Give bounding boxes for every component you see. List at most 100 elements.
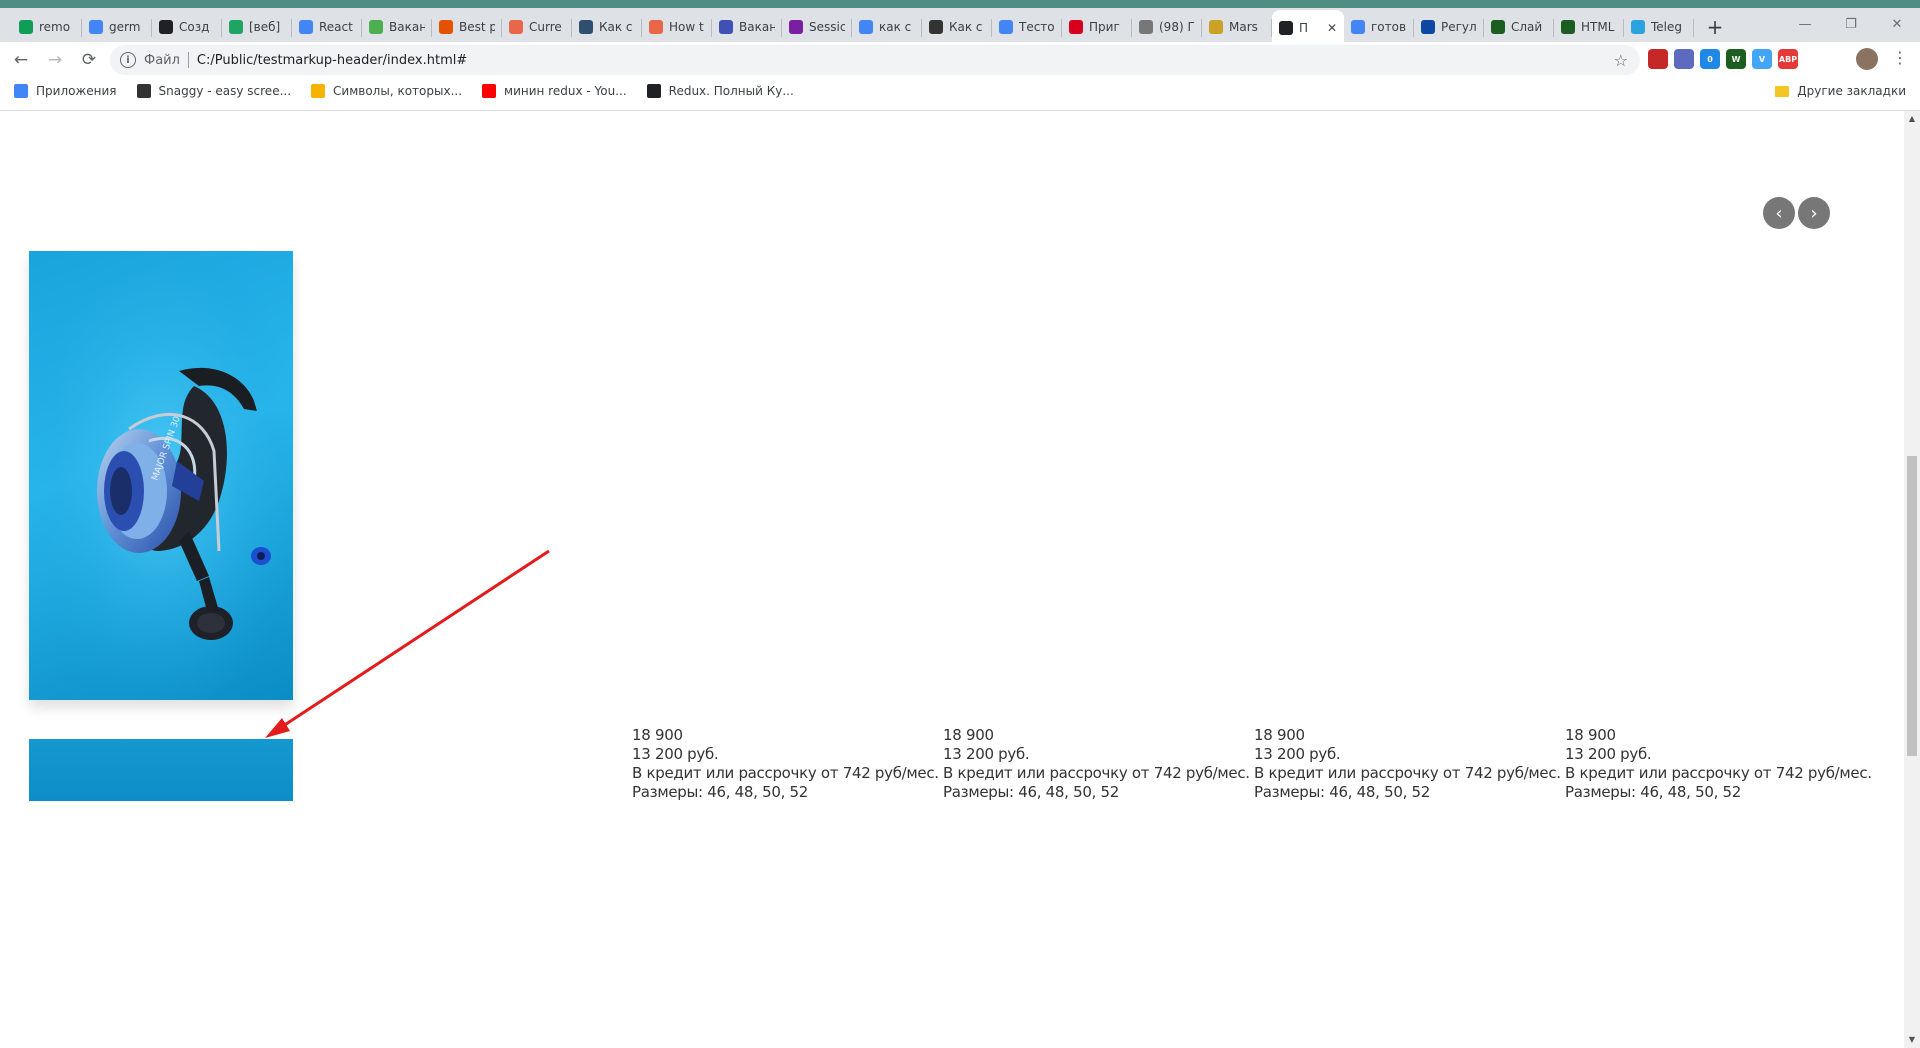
bookmark-label: Приложения	[36, 84, 117, 98]
tab-title: Mars	[1229, 20, 1258, 34]
price: 13 200 руб.	[1565, 745, 1652, 763]
tab[interactable]: Teleg	[1624, 10, 1694, 44]
globe-icon	[646, 84, 661, 98]
tab[interactable]: как с	[852, 10, 922, 44]
new-tab-button[interactable]: +	[1700, 10, 1730, 44]
bookmark-item[interactable]: Snaggy - easy scree...	[136, 84, 292, 98]
pencil-icon	[311, 84, 326, 98]
bookmark-label: минин redux - You...	[504, 84, 627, 98]
product-info-4: 18 900 13 200 руб. В кредит или рассрочк…	[1565, 726, 1875, 802]
info-icon[interactable]: i	[120, 52, 136, 68]
tab[interactable]: Слай	[1484, 10, 1554, 44]
tab[interactable]: Mars	[1202, 10, 1272, 44]
ext-w-icon[interactable]: W	[1726, 49, 1746, 69]
sizes-info: Размеры: 46, 48, 50, 52	[1254, 783, 1431, 801]
tab[interactable]: How t	[642, 10, 712, 44]
tab-title: Вакан	[739, 20, 775, 34]
fishing-reel-image: MAJOR SPIN 30	[29, 251, 293, 700]
bookmark-item[interactable]: Символы, которых...	[311, 84, 462, 98]
bookmark-label: Redux. Полный Ку...	[668, 84, 794, 98]
tab[interactable]: Созд	[152, 10, 222, 44]
tab-favicon-icon	[579, 20, 593, 34]
address-bar[interactable]: i Файл C:/Public/testmarkup-header/index…	[110, 45, 1640, 75]
product-info-1: 18 900 13 200 руб. В кредит или рассрочк…	[632, 726, 942, 802]
old-price: 18 900	[1254, 726, 1305, 744]
other-bookmarks[interactable]: Другие закладки	[1775, 84, 1906, 98]
tab[interactable]: готов	[1344, 10, 1414, 44]
tab-active[interactable]: П ✕	[1272, 10, 1344, 46]
slider-prev-button[interactable]: ‹	[1763, 197, 1795, 229]
tab-title: П	[1299, 21, 1309, 35]
product-image-card-2[interactable]	[29, 739, 293, 801]
tab[interactable]: HTML	[1554, 10, 1624, 44]
tab-strip: remo germ Созд [веб] React Вакан Best p Curre Ка…	[0, 0, 1920, 46]
sizes-info: Размеры: 46, 48, 50, 52	[1565, 783, 1742, 801]
tab[interactable]: Вакан	[362, 10, 432, 44]
scheme-divider	[187, 52, 189, 68]
tab[interactable]: Тесто	[992, 10, 1062, 44]
bookmark-item[interactable]: Приложения	[14, 84, 117, 98]
tab[interactable]: Best p	[432, 10, 502, 44]
scroll-up-icon[interactable]: ▲	[1907, 114, 1917, 124]
credit-info: В кредит или рассрочку от 742 руб/мес.	[1565, 764, 1872, 782]
tab-close-icon[interactable]: ✕	[1327, 21, 1337, 35]
slider-next-button[interactable]: ›	[1798, 197, 1830, 229]
tab-title: готов	[1371, 20, 1407, 34]
scroll-down-icon[interactable]: ▼	[1907, 1035, 1917, 1045]
tab-favicon-icon	[509, 20, 523, 34]
tab-favicon-icon	[1561, 20, 1575, 34]
ext-badge-icon[interactable]: 0	[1700, 49, 1720, 69]
old-price: 18 900	[1565, 726, 1616, 744]
ext-abp-icon[interactable]: ABP	[1778, 49, 1798, 69]
product-info-2: 18 900 13 200 руб. В кредит или рассрочк…	[943, 726, 1253, 802]
scrollbar-thumb[interactable]	[1907, 456, 1917, 756]
reload-icon[interactable]: ⟳	[76, 47, 102, 73]
tab-title: Тесто	[1019, 20, 1055, 34]
ext-v-icon[interactable]: V	[1752, 49, 1772, 69]
tab[interactable]: [веб]	[222, 10, 292, 44]
tab[interactable]: Как с	[572, 10, 642, 44]
tab[interactable]: remo	[12, 10, 82, 44]
browser-toolbar: ← → ⟳ i Файл C:/Public/testmarkup-header…	[0, 42, 1920, 78]
tab[interactable]: Регул	[1414, 10, 1484, 44]
tab-favicon-icon	[89, 20, 103, 34]
tab[interactable]: (98) Г	[1132, 10, 1202, 44]
close-icon[interactable]: ✕	[1874, 12, 1920, 36]
tab-favicon-icon	[1139, 20, 1153, 34]
tab-favicon-icon	[1351, 20, 1365, 34]
tab-title: Best p	[459, 20, 495, 34]
bookmark-label: Snaggy - easy scree...	[158, 84, 292, 98]
page-scrollbar[interactable]: ▲ ▼	[1904, 111, 1920, 1048]
ext-circle-icon[interactable]	[1674, 49, 1694, 69]
forward-icon[interactable]: →	[42, 47, 68, 73]
tab-title: как с	[879, 20, 912, 34]
avatar[interactable]	[1856, 48, 1878, 70]
restore-icon[interactable]: ❐	[1828, 12, 1874, 36]
bookmark-star-icon[interactable]: ☆	[1614, 51, 1628, 70]
product-image-card[interactable]: MAJOR SPIN 30	[29, 251, 293, 700]
ext-red-icon[interactable]	[1648, 49, 1668, 69]
tab-favicon-icon	[1421, 20, 1435, 34]
tab[interactable]: React	[292, 10, 362, 44]
bookmark-item[interactable]: Redux. Полный Ку...	[646, 84, 794, 98]
bookmark-item[interactable]: минин redux - You...	[482, 84, 627, 98]
folder-icon	[1775, 85, 1790, 97]
tab[interactable]: Curre	[502, 10, 572, 44]
tab-title: Приг	[1089, 20, 1120, 34]
url-text[interactable]: C:/Public/testmarkup-header/index.html#	[197, 53, 467, 68]
other-bookmarks-label: Другие закладки	[1797, 84, 1906, 98]
menu-icon[interactable]: ⋮	[1892, 48, 1908, 67]
tab-favicon-icon	[999, 20, 1013, 34]
tab[interactable]: Приг	[1062, 10, 1132, 44]
snaggy-icon	[136, 84, 151, 98]
tab[interactable]: germ	[82, 10, 152, 44]
back-icon[interactable]: ←	[8, 47, 34, 73]
tab[interactable]: Как с	[922, 10, 992, 44]
tab-favicon-icon	[929, 20, 943, 34]
tab-title: Teleg	[1651, 20, 1683, 34]
tab-favicon-icon	[1491, 20, 1505, 34]
tab[interactable]: Sessic	[782, 10, 852, 44]
credit-info: В кредит или рассрочку от 742 руб/мес.	[1254, 764, 1561, 782]
tab[interactable]: Вакан	[712, 10, 782, 44]
minimize-icon[interactable]: —	[1782, 12, 1828, 36]
